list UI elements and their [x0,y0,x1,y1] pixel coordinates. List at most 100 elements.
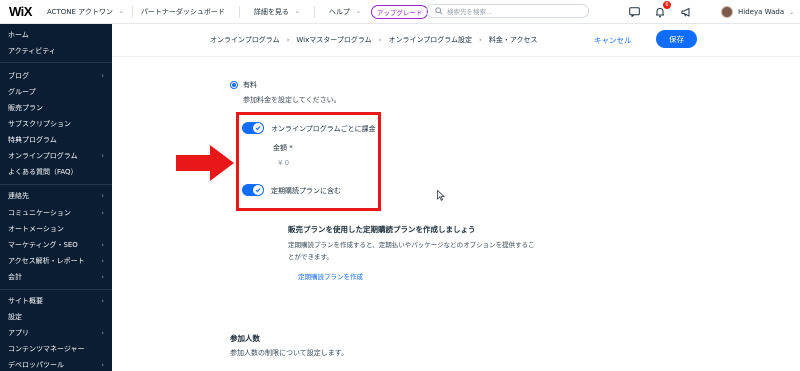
sidebar-item-content-manager[interactable]: コンテンツマネージャー [8,343,104,355]
sidebar-item-groups[interactable]: グループ [8,86,104,98]
sidebar-item-developer-tools[interactable]: デベロッパツール › [8,359,104,371]
sidebar-item-subscriptions[interactable]: サブスクリプション [8,118,104,130]
sidebar-item-label: マーケティング・SEO [8,241,78,249]
paid-description: 参加料金を設定してください。 [243,96,341,104]
breadcrumb-item[interactable]: オンラインプログラム設定 [388,35,472,45]
chevron-down-icon: ⌄ [789,8,795,16]
participants-desc: 参加人数の制限について設定します。 [230,349,349,357]
divider [112,56,800,57]
plan-section-title: 販売プランを使用した定期購読プランを作成しましょう [288,225,476,234]
sidebar-item-pricing-plans[interactable]: 販売プラン [8,102,104,114]
breadcrumb: オンラインプログラム › Wixマスタープログラム › オンラインプログラム設定… [210,33,538,47]
divider [313,5,315,18]
site-name: ACTONE アクトワン [46,7,113,16]
sidebar-item-communications[interactable]: コミュニケーション › [8,207,104,219]
sidebar-item-label: 連絡先 [8,192,29,200]
sidebar-item-label: オートメーション [8,225,64,233]
sidebar-item-label: アクセス解析・レポート [8,257,85,265]
wix-logo[interactable]: WiX [9,4,32,19]
arrow-right-icon [176,145,234,181]
chevron-right-icon: › [101,257,104,265]
sidebar-item-label: アクティビティ [8,47,56,55]
sidebar-item-label: デベロッパツール [8,361,64,369]
divider [238,5,240,18]
sidebar-item-label: アプリ [8,329,29,337]
breadcrumb-current: 料金・アクセス [488,36,538,44]
search-placeholder: 検索先を検索... [447,8,493,16]
notification-badge: 6 [663,1,671,9]
chevron-right-icon: › [101,241,104,249]
sidebar-item-label: コミュニケーション [8,209,71,217]
top-nav: パートナーダッシュボード 詳細を見る ⌄ ヘルプ ⌄ アップグレード [141,4,429,19]
breadcrumb-item[interactable]: オンラインプログラム [210,35,280,45]
sidebar-item-label: サブスクリプション [8,120,71,128]
sidebar-item-activity[interactable]: アクティビティ [8,45,104,57]
top-icons: 6 [628,0,692,24]
sidebar-item-analytics[interactable]: アクセス解析・レポート › [8,255,104,267]
nav-partner-dashboard[interactable]: パートナーダッシュボード [141,7,225,17]
divider [0,289,112,290]
plan-section-desc: とができます。 [288,253,333,261]
sidebar-item-label: オンラインプログラム [8,152,78,160]
sidebar-item-faq[interactable]: よくある質問（FAQ） [8,166,104,178]
chevron-right-icon: › [101,297,104,305]
divider [0,62,112,63]
sidebar-item-automations[interactable]: オートメーション [8,223,104,235]
chevron-down-icon: ⌄ [294,8,300,15]
chevron-right-icon: › [101,361,104,369]
sidebar-item-label: 特典プログラム [8,136,57,144]
chevron-right-icon: › [101,329,104,337]
chevron-right-icon: › [101,273,104,281]
sidebar-item-finance[interactable]: 会計 › [8,271,104,283]
search-input[interactable]: 検索先を検索... [426,4,589,18]
sidebar-item-marketing-seo[interactable]: マーケティング・SEO › [8,239,104,251]
create-subscription-link[interactable]: 定期購読プランを作成 [298,271,363,281]
avatar [721,6,733,18]
breadcrumb-separator: › [479,36,482,44]
bell-icon[interactable]: 6 [654,1,671,18]
sidebar-item-label: サイト概要 [8,297,43,305]
user-name: Hideya Wada [738,8,785,16]
chat-icon[interactable] [628,6,640,18]
paid-label: 有料 [243,81,257,89]
sidebar-item-home[interactable]: ホーム [8,29,104,41]
upgrade-button[interactable]: アップグレード [370,4,429,19]
participants-title: 参加人数 [230,334,260,343]
sidebar-item-loyalty[interactable]: 特典プログラム [8,134,104,146]
user-menu[interactable]: Hideya Wada ⌄ [721,0,794,24]
sidebar-item-label: ホーム [8,31,29,39]
nav-help[interactable]: ヘルプ [329,7,350,17]
chevron-right-icon: › [101,209,104,217]
mouse-cursor-icon [437,190,445,201]
sidebar-item-label: 販売プラン [8,104,43,112]
sidebar-item-apps[interactable]: アプリ › [8,327,104,339]
sidebar-item-blog[interactable]: ブログ › [8,70,104,82]
save-button[interactable]: 保存 [656,30,697,48]
megaphone-icon[interactable] [680,6,692,18]
divider [131,5,133,18]
nav-learn-more[interactable]: 詳細を見る [254,7,289,17]
sidebar-item-label: コンテンツマネージャー [8,345,85,353]
chevron-down-icon: ⌄ [118,8,124,15]
sidebar-item-label: ブログ [8,72,29,80]
sidebar-item-online-programs[interactable]: オンラインプログラム › [8,150,104,162]
search-icon [435,7,443,15]
divider [0,184,112,185]
sidebar-item-label: グループ [8,88,36,96]
cancel-button[interactable]: キャンセル [594,35,632,46]
plan-section-desc: 定期購読プランを作成すると、定期払いやパッケージなどのオプションを提供するこ [288,241,535,249]
highlight-box [236,112,381,211]
breadcrumb-separator: › [378,36,382,44]
sidebar-item-contacts[interactable]: 連絡先 › [8,190,104,202]
sidebar-item-label: 会計 [8,273,22,281]
chevron-right-icon: › [101,72,104,80]
sidebar-item-site-overview[interactable]: サイト概要 › [8,295,104,307]
sidebar-item-settings[interactable]: 設定 [8,311,104,323]
paid-radio[interactable] [230,81,238,89]
chevron-down-icon: ⌄ [355,8,361,15]
site-selector[interactable]: ACTONE アクトワン ⌄ [47,7,124,17]
sidebar-item-label: 設定 [8,313,22,321]
sidebar: ホーム アクティビティ ブログ › グループ 販売プラン サブスクリプション 特典… [0,24,112,371]
chevron-right-icon: › [101,152,104,160]
breadcrumb-item[interactable]: Wixマスタープログラム [296,35,371,45]
